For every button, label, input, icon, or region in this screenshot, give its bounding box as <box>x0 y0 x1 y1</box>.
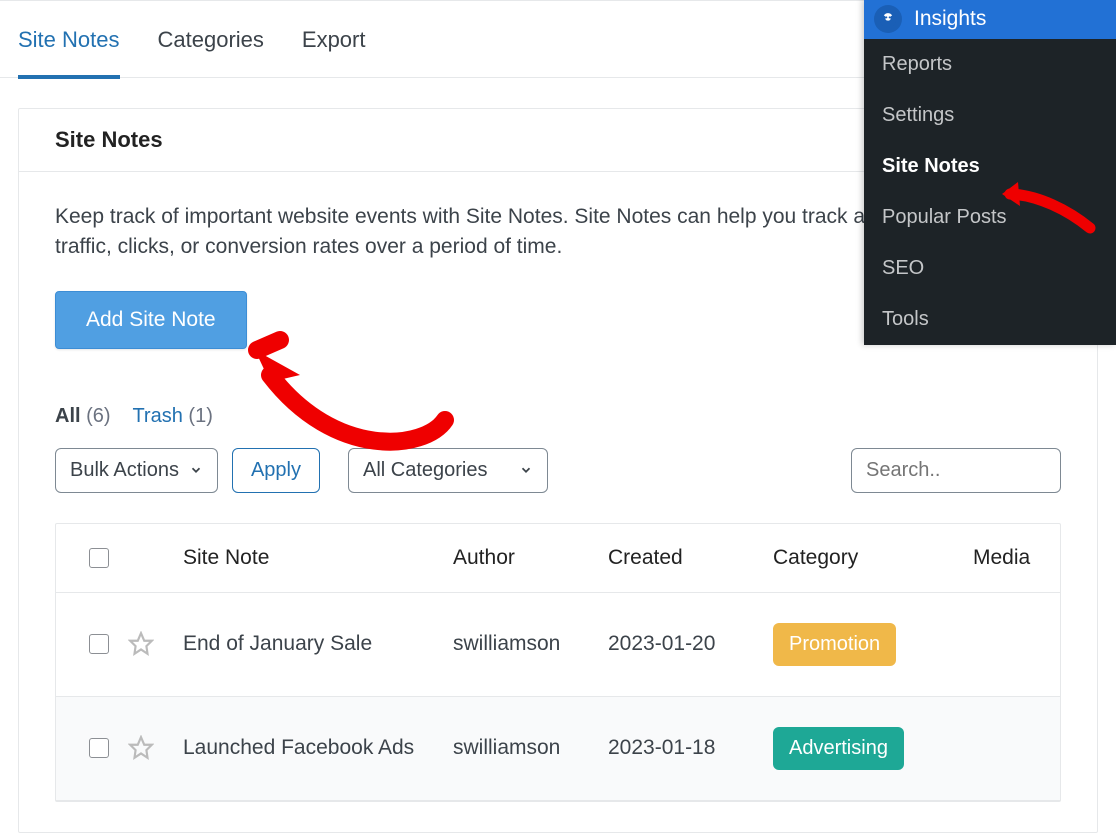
column-media[interactable]: Media <box>973 546 1053 570</box>
row-title[interactable]: End of January Sale <box>183 632 453 656</box>
row-title[interactable]: Launched Facebook Ads <box>183 736 453 760</box>
sidebar-item-settings[interactable]: Settings <box>864 90 1116 141</box>
favorite-toggle[interactable] <box>128 735 183 761</box>
apply-button[interactable]: Apply <box>232 448 320 493</box>
chevron-down-icon <box>519 463 533 477</box>
select-all-checkbox[interactable] <box>89 548 109 568</box>
column-created[interactable]: Created <box>608 546 773 570</box>
filter-trash-link[interactable]: Trash <box>132 405 182 427</box>
site-notes-table: Site Note Author Created Category Media … <box>55 523 1061 802</box>
table-actions-row: Bulk Actions Apply All Categories <box>55 448 1061 493</box>
filter-all-label[interactable]: All <box>55 405 81 427</box>
sidebar-item-tools[interactable]: Tools <box>864 294 1116 345</box>
insights-submenu: Insights Reports Settings Site Notes Pop… <box>864 0 1116 345</box>
insights-logo-icon <box>874 5 902 33</box>
add-site-note-button[interactable]: Add Site Note <box>55 291 247 349</box>
table-row[interactable]: Launched Facebook Ads swilliamson 2023-0… <box>56 697 1060 801</box>
table-header-row: Site Note Author Created Category Media <box>56 524 1060 593</box>
category-badge: Promotion <box>773 623 896 666</box>
star-icon <box>128 735 154 761</box>
row-category: Promotion <box>773 623 973 666</box>
insights-header-label: Insights <box>914 7 986 31</box>
star-icon <box>128 631 154 657</box>
row-checkbox[interactable] <box>89 634 109 654</box>
row-created: 2023-01-18 <box>608 736 773 760</box>
sidebar-item-site-notes[interactable]: Site Notes <box>864 141 1116 192</box>
sidebar-item-reports[interactable]: Reports <box>864 39 1116 90</box>
row-author: swilliamson <box>453 632 608 656</box>
row-checkbox[interactable] <box>89 738 109 758</box>
column-category[interactable]: Category <box>773 546 973 570</box>
column-author[interactable]: Author <box>453 546 608 570</box>
insights-submenu-header[interactable]: Insights <box>864 0 1116 39</box>
categories-select[interactable]: All Categories <box>348 448 548 493</box>
list-filter-links: All (6) Trash (1) <box>55 405 1061 428</box>
bulk-actions-label: Bulk Actions <box>70 459 179 482</box>
category-badge: Advertising <box>773 727 904 770</box>
filter-trash-count: (1) <box>188 405 212 427</box>
column-site-note[interactable]: Site Note <box>183 546 453 570</box>
search-input[interactable] <box>851 448 1061 493</box>
sidebar-item-seo[interactable]: SEO <box>864 243 1116 294</box>
tab-export[interactable]: Export <box>302 27 366 53</box>
tab-site-notes[interactable]: Site Notes <box>18 27 120 53</box>
filter-all-count: (6) <box>86 405 110 427</box>
row-created: 2023-01-20 <box>608 632 773 656</box>
chevron-down-icon <box>189 463 203 477</box>
row-author: swilliamson <box>453 736 608 760</box>
row-category: Advertising <box>773 727 973 770</box>
tab-categories[interactable]: Categories <box>158 27 264 53</box>
table-row[interactable]: End of January Sale swilliamson 2023-01-… <box>56 593 1060 697</box>
categories-label: All Categories <box>363 459 488 482</box>
favorite-toggle[interactable] <box>128 631 183 657</box>
bulk-actions-select[interactable]: Bulk Actions <box>55 448 218 493</box>
sidebar-item-popular-posts[interactable]: Popular Posts <box>864 192 1116 243</box>
